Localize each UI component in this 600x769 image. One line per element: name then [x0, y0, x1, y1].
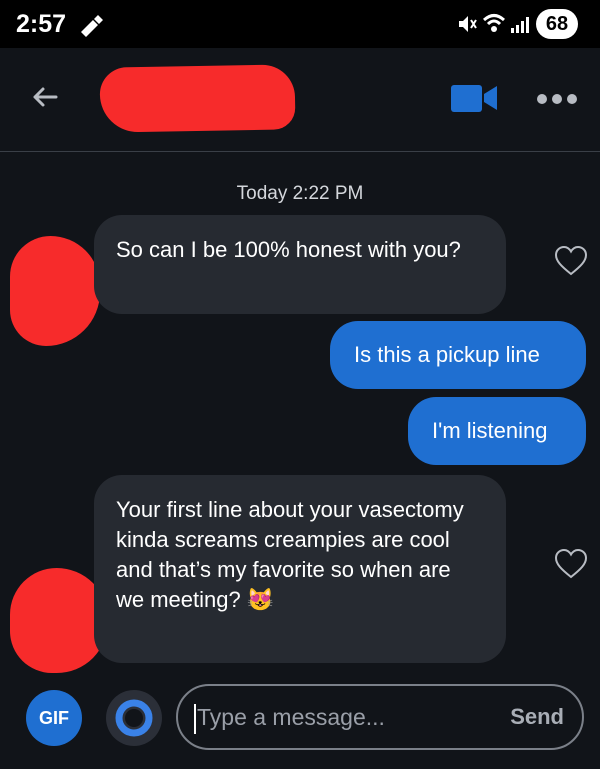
arrow-left-icon[interactable] [30, 82, 60, 112]
more-dots-icon[interactable] [536, 93, 578, 105]
message-text: So can I be 100% honest with you? [116, 237, 461, 262]
mute-icon [459, 16, 477, 32]
heart-outline-icon[interactable] [554, 549, 588, 579]
wrench-icon [81, 15, 103, 37]
message-composer: GIF Type a message... Send [0, 680, 600, 769]
message-text: Your first line about your vasectomy kin… [116, 497, 464, 612]
heart-outline-icon[interactable] [554, 246, 588, 276]
message-text: I'm listening [432, 418, 548, 443]
battery-level: 68 [536, 9, 578, 39]
contact-name-redaction [99, 64, 296, 133]
avatar-redaction [10, 236, 100, 346]
video-camera-icon[interactable] [450, 82, 498, 114]
message-input[interactable]: Type a message... Send [176, 684, 584, 750]
chat-header [0, 48, 600, 152]
status-time: 2:57 [16, 10, 67, 38]
message-placeholder: Type a message... [197, 704, 385, 730]
wifi-icon [482, 14, 506, 32]
date-separator: Today 2:22 PM [236, 183, 364, 204]
ring-button[interactable] [106, 690, 162, 746]
text-cursor [194, 704, 196, 734]
message-text: Is this a pickup line [354, 342, 540, 367]
send-button[interactable]: Send [510, 704, 564, 730]
status-bar: 2:57 68 [0, 0, 600, 48]
signal-bars-icon [511, 17, 529, 33]
incoming-message: Your first line about your vasectomy kin… [94, 475, 506, 663]
outgoing-message: Is this a pickup line [330, 321, 586, 389]
gif-button[interactable]: GIF [26, 690, 82, 746]
outgoing-message: I'm listening [408, 397, 586, 465]
ring-icon [115, 699, 153, 737]
incoming-message: So can I be 100% honest with you? [94, 215, 506, 314]
